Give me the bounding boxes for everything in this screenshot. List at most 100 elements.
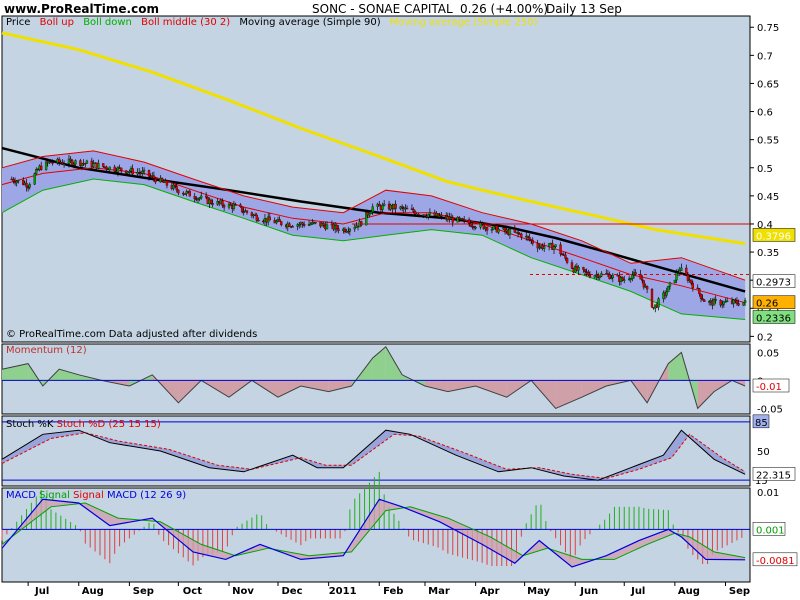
period-label: Daily 13 Sep (546, 2, 622, 16)
month-label: May (527, 586, 551, 597)
price-tick-label: 0.6 (757, 108, 773, 119)
candle-body (275, 221, 278, 224)
legend-macd-a: MACD (6, 490, 36, 501)
candle-body (240, 206, 244, 212)
stoch-85-label: 85 (755, 418, 768, 429)
candle-body (371, 206, 374, 213)
candle-body (634, 272, 637, 275)
legend-ma90: Moving average (Simple 90) (239, 17, 381, 28)
candle-body (314, 222, 317, 224)
stoch-last-label: 22.315 (756, 470, 791, 481)
legend-signal-a: Signal (39, 490, 70, 501)
candle-body (221, 200, 224, 206)
candle-body (154, 178, 157, 183)
candle-body (62, 163, 66, 165)
candle-body (92, 163, 95, 167)
legend-boll-down: Boll down (83, 17, 132, 28)
month-label: Feb (383, 586, 404, 597)
price-tick-label: 0.2 (757, 332, 773, 343)
macd-signal-label: 0.001 (756, 525, 785, 536)
legend-price: Price (6, 17, 31, 28)
candle-body (325, 224, 329, 230)
candle-body (12, 178, 15, 182)
candle-body (587, 272, 590, 276)
candle-body (474, 227, 477, 229)
candle-body (211, 203, 214, 205)
candle-body (667, 286, 670, 293)
month-label: Apr (479, 586, 500, 597)
candle-body (690, 279, 693, 284)
candle-body (278, 219, 281, 222)
candle-body (72, 163, 76, 166)
candle-body (691, 283, 694, 289)
candle-body (280, 221, 283, 226)
candle-body (642, 280, 645, 288)
price-tick-label: 0.45 (757, 192, 779, 203)
price-tick-label: 0.5 (757, 164, 773, 175)
candle-body (381, 205, 384, 210)
legend-boll-up: Boll up (39, 17, 74, 28)
candle-body (665, 291, 668, 296)
candle-body (701, 298, 704, 301)
price-label-text: 0.26 (756, 299, 778, 310)
candle-body (383, 203, 386, 206)
site-url[interactable]: www.ProRealTime.com (4, 2, 159, 16)
candle-body (353, 227, 356, 230)
legend-ma250: Moving average (Simple 250) (389, 17, 538, 28)
candle-body (673, 279, 677, 283)
candle-body (368, 213, 371, 216)
momentum-tick-label: 0.05 (757, 348, 779, 359)
legend-stoch-k: Stoch %K (6, 419, 54, 430)
month-label: Nov (232, 586, 254, 597)
candle-body (451, 217, 454, 223)
candle-body (520, 233, 523, 238)
candle-body (245, 210, 249, 213)
candle-body (685, 267, 688, 275)
month-label: 2011 (328, 586, 357, 597)
candle-body (69, 158, 72, 161)
candle-body (631, 274, 634, 279)
price-label-text: 0.3796 (756, 231, 791, 242)
candle-body (423, 214, 427, 217)
candle-body (467, 219, 471, 224)
candle-body (177, 189, 180, 194)
candle-body (680, 267, 683, 271)
candle-body (17, 180, 20, 182)
momentum-legend: Momentum (12) (6, 345, 87, 356)
candle-body (463, 219, 466, 221)
candle-body (25, 182, 28, 188)
candle-body (598, 276, 601, 279)
candle-body (657, 298, 660, 308)
candle-body (600, 273, 603, 277)
macd-legend: MACD Signal Signal MACD (12 26 9) (6, 490, 186, 501)
month-label: Jul (34, 586, 50, 597)
month-label: Mar (428, 586, 450, 597)
month-label: Sep (728, 586, 751, 597)
price-tick-label: 0.75 (757, 23, 779, 34)
candle-body (322, 223, 325, 226)
candle-body (142, 169, 146, 172)
candle-body (588, 274, 592, 278)
candle-body (204, 195, 208, 198)
candle-body (543, 246, 546, 249)
price-label-text: 0.2973 (756, 278, 791, 289)
price-change: 0.26 (+4.00%) (460, 2, 549, 16)
candle-body (531, 240, 534, 244)
candle-body (508, 229, 512, 235)
candle-body (611, 275, 614, 279)
price-label-text: 0.2336 (756, 313, 791, 324)
candle-body (120, 167, 123, 171)
candle-body (583, 269, 587, 272)
symbol-title: SONC - SONAE CAPITAL (312, 2, 453, 16)
candle-body (257, 220, 260, 222)
candle-body (678, 270, 681, 273)
candle-body (302, 224, 306, 226)
stoch-legend: Stoch %K Stoch %D (25 15 15) (6, 419, 161, 430)
candle-body (742, 302, 745, 306)
candle-body (481, 222, 484, 225)
price-tick-label: 0.35 (757, 248, 779, 259)
candle-body (570, 262, 574, 269)
candle-body (564, 254, 567, 259)
candle-body (440, 214, 443, 217)
candle-body (610, 277, 613, 280)
